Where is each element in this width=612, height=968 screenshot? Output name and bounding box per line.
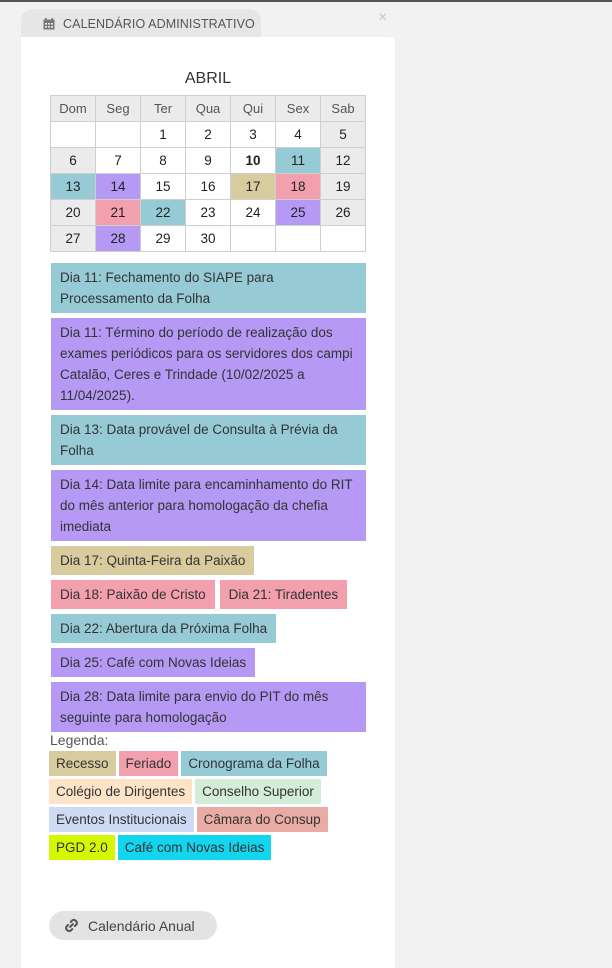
week-row: 27 28 29 30 (50, 225, 366, 252)
legend-item-eventos-institucionais: Eventos Institucionais (49, 807, 194, 832)
day-cell-weekend[interactable]: 26 (320, 199, 366, 226)
event-item: Dia 14: Data limite para encaminhamento … (51, 470, 366, 541)
day-cell-weekend[interactable]: 20 (50, 199, 96, 226)
event-item: Dia 17: Quinta-Feira da Paixão (51, 546, 255, 575)
event-row: Dia 17: Quinta-Feira da Paixão (51, 546, 367, 575)
day-cell-evento[interactable]: 28 (95, 225, 141, 252)
legend-item-cronograma-folha: Cronograma da Folha (181, 751, 327, 776)
event-item: Dia 22: Abertura da Próxima Folha (51, 614, 277, 643)
day-cell-weekend[interactable]: 6 (50, 147, 96, 174)
day-cell[interactable]: 2 (185, 121, 231, 148)
event-item: Dia 25: Café com Novas Ideias (51, 648, 256, 677)
day-cell[interactable]: 16 (185, 173, 231, 200)
legend-row: Eventos Institucionais Câmara do Consup (49, 807, 369, 832)
legend-item-pgd: PGD 2.0 (49, 835, 115, 860)
event-row: Dia 25: Café com Novas Ideias (51, 648, 367, 677)
day-cell-empty (275, 225, 321, 252)
day-cell-empty (95, 121, 141, 148)
event-item: Dia 11: Fechamento do SIAPE para Process… (51, 263, 366, 313)
event-row: Dia 22: Abertura da Próxima Folha (51, 614, 367, 643)
calendar-icon (43, 18, 55, 30)
week-row: 1 2 3 4 5 (50, 121, 366, 148)
legend: Recesso Feriado Cronograma da Folha Colé… (49, 751, 369, 863)
day-cell[interactable]: 9 (185, 147, 231, 174)
event-row: Dia 18: Paixão de Cristo Dia 21: Tiraden… (51, 580, 367, 609)
day-cell[interactable]: 24 (230, 199, 276, 226)
day-cell[interactable]: 7 (95, 147, 141, 174)
weekday-header: Qua (185, 95, 231, 122)
legend-item-colegio-dirigentes: Colégio de Dirigentes (49, 779, 193, 804)
weekday-header-row: Dom Seg Ter Qua Qui Sex Sab (50, 95, 366, 122)
day-cell-evento[interactable]: 25 (275, 199, 321, 226)
annual-calendar-button[interactable]: Calendário Anual (49, 911, 217, 940)
week-row: 6 7 8 9 10 11 12 (50, 147, 366, 174)
day-cell-feriado[interactable]: 18 (275, 173, 321, 200)
weekday-header: Qui (230, 95, 276, 122)
day-cell-weekend[interactable]: 5 (320, 121, 366, 148)
legend-row: PGD 2.0 Café com Novas Ideias (49, 835, 369, 860)
day-cell-empty (320, 225, 366, 252)
day-cell-folha[interactable]: 13 (50, 173, 96, 200)
day-cell-recesso[interactable]: 17 (230, 173, 276, 200)
month-title: ABRIL (184, 70, 232, 87)
close-icon[interactable]: × (378, 8, 387, 28)
day-cell[interactable]: 3 (230, 121, 276, 148)
legend-item-recesso: Recesso (49, 751, 116, 776)
day-cell-weekend[interactable]: 27 (50, 225, 96, 252)
day-cell-empty (230, 225, 276, 252)
day-cell[interactable]: 29 (140, 225, 186, 252)
day-cell[interactable]: 4 (275, 121, 321, 148)
annual-calendar-label: Calendário Anual (88, 917, 195, 934)
day-cell[interactable]: 8 (140, 147, 186, 174)
legend-row: Recesso Feriado Cronograma da Folha (49, 751, 369, 776)
widget-title: CALENDÁRIO ADMINISTRATIVO (63, 17, 255, 31)
day-cell-weekend[interactable]: 19 (320, 173, 366, 200)
week-row: 20 21 22 23 24 25 26 (50, 199, 366, 226)
calendar-grid: Dom Seg Ter Qua Qui Sex Sab 1 2 3 4 5 6 … (50, 95, 366, 252)
weekday-header: Ter (140, 95, 186, 122)
day-cell-today[interactable]: 10 (230, 147, 276, 174)
link-icon (65, 918, 78, 933)
legend-item-feriado: Feriado (118, 751, 179, 776)
event-item: Dia 13: Data provável de Consulta à Prév… (51, 415, 366, 465)
weekday-header: Dom (50, 95, 96, 122)
day-cell[interactable]: 15 (140, 173, 186, 200)
event-item: Dia 21: Tiradentes (219, 580, 348, 609)
weekday-header: Sex (275, 95, 321, 122)
legend-title: Legenda: (50, 732, 109, 748)
legend-item-camara-consup: Câmara do Consup (196, 807, 328, 832)
day-cell-empty (50, 121, 96, 148)
day-cell-folha[interactable]: 11 (275, 147, 321, 174)
day-cell-weekend[interactable]: 12 (320, 147, 366, 174)
legend-item-conselho-superior: Conselho Superior (195, 779, 321, 804)
legend-row: Colégio de Dirigentes Conselho Superior (49, 779, 369, 804)
weekday-header: Seg (95, 95, 141, 122)
event-item: Dia 18: Paixão de Cristo (51, 580, 215, 609)
day-cell[interactable]: 1 (140, 121, 186, 148)
top-border-line (0, 0, 612, 2)
day-cell-folha[interactable]: 22 (140, 199, 186, 226)
widget-tab[interactable]: CALENDÁRIO ADMINISTRATIVO (21, 9, 261, 39)
week-row: 13 14 15 16 17 18 19 (50, 173, 366, 200)
day-cell-evento[interactable]: 14 (95, 173, 141, 200)
day-cell-feriado[interactable]: 21 (95, 199, 141, 226)
weekday-header: Sab (320, 95, 366, 122)
day-cell[interactable]: 30 (185, 225, 231, 252)
event-item: Dia 11: Término do período de realização… (51, 318, 366, 410)
event-item: Dia 28: Data limite para envio do PIT do… (51, 682, 366, 732)
legend-item-cafe-novas-ideias: Café com Novas Ideias (117, 835, 272, 860)
day-cell[interactable]: 23 (185, 199, 231, 226)
event-list: Dia 11: Fechamento do SIAPE para Process… (51, 263, 367, 737)
